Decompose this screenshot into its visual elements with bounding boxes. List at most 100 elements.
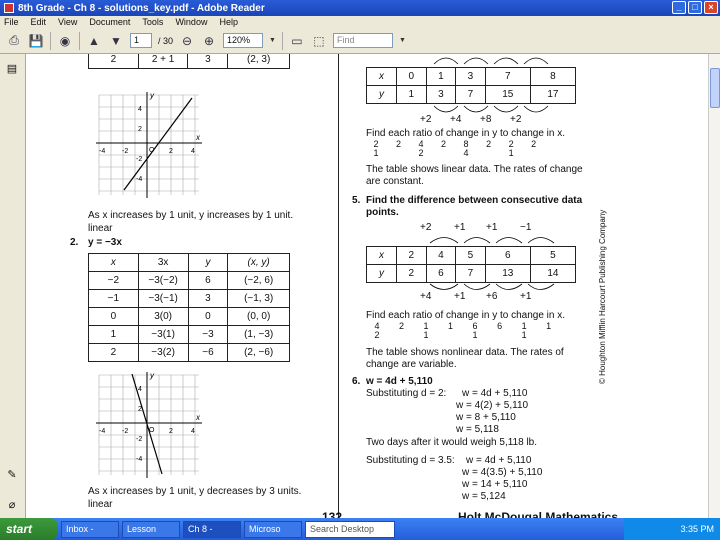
fit-page-icon[interactable]: ▭ xyxy=(289,33,305,49)
diff-label: +2 xyxy=(420,114,432,125)
zoom-select[interactable]: 120% xyxy=(223,33,264,48)
answer-text-2b: linear xyxy=(88,499,113,510)
table-cell: 7 xyxy=(455,264,486,283)
taskbar-item[interactable]: Lesson xyxy=(122,520,180,538)
vertical-scrollbar[interactable] xyxy=(708,54,720,518)
tick-label: -4 xyxy=(99,148,105,155)
collaborate-icon[interactable]: ◉ xyxy=(57,33,73,49)
table-cell: (−2, 6) xyxy=(227,271,290,290)
menu-edit[interactable]: Edit xyxy=(31,17,47,27)
table-cell: 6 xyxy=(484,246,531,265)
taskbar-item[interactable]: Microso xyxy=(244,520,302,538)
answer-text-2: As x increases by 1 unit, y decreases by… xyxy=(88,486,302,497)
table-cell: 7 xyxy=(455,85,486,104)
question-number: 5. xyxy=(352,195,361,206)
chevron-down-icon[interactable]: ▼ xyxy=(399,37,406,44)
comments-icon[interactable]: ✎ xyxy=(5,468,19,482)
table-cell: −3 xyxy=(187,325,229,344)
table-row: 2 −3(2) −6 (2, −6) xyxy=(88,343,290,362)
ratio-value: 2 xyxy=(441,139,447,149)
exercise-equation: y = −3x xyxy=(88,237,122,248)
tick-label: -4 xyxy=(136,176,142,183)
table-cell: 5 xyxy=(455,246,486,265)
table-cell: 2 xyxy=(88,54,139,69)
menu-tools[interactable]: Tools xyxy=(142,17,163,27)
table-cell: 0 xyxy=(187,307,229,326)
x-diff-arrows xyxy=(433,57,549,65)
taskbar-item[interactable]: Ch 8 - xyxy=(183,520,241,538)
menu-bar: File Edit View Document Tools Window Hel… xyxy=(0,16,720,28)
question-text-2: points. xyxy=(366,207,399,218)
tick-label: 4 xyxy=(138,106,142,113)
tick-label: 2 xyxy=(138,126,142,133)
table-row: y 1 3 7 15 17 xyxy=(366,85,577,104)
find-input[interactable]: Find xyxy=(332,33,393,48)
print-icon[interactable]: ⎙ xyxy=(6,33,22,49)
column-divider xyxy=(338,54,339,518)
work-line: w = 4(3.5) + 5,110 xyxy=(462,467,543,478)
document-view[interactable]: 2 2 + 1 3 (2, 3) y x 4 2 -4 -2 2 4 O -2 … xyxy=(26,54,708,518)
diff-label: +8 xyxy=(480,114,492,125)
table-cell: 0 xyxy=(88,307,139,326)
minimize-button[interactable]: _ xyxy=(672,1,686,14)
ratio-value: 2 xyxy=(531,139,537,149)
menu-help[interactable]: Help xyxy=(219,17,238,27)
diff-label: +1 xyxy=(520,291,532,302)
table-4: x 24565 y 2 6 7 13 14 xyxy=(366,246,577,283)
table-cell: 15 xyxy=(484,85,531,104)
work-line: w = 4d + 5,110 xyxy=(462,388,528,399)
table-row: x 01378 xyxy=(366,67,577,86)
question-equation: w = 4d + 5,110 xyxy=(366,376,433,387)
chevron-down-icon[interactable]: ▼ xyxy=(269,37,276,44)
pages-icon[interactable]: ▤ xyxy=(5,62,19,76)
start-button[interactable]: start xyxy=(0,518,58,540)
ratio-value: 6 xyxy=(497,321,503,331)
table-cell: 2 xyxy=(396,246,427,265)
page-number-input[interactable]: 1 xyxy=(130,33,152,48)
table-row: −1 −3(−1) 3 (−1, 3) xyxy=(88,289,290,308)
window-title: 8th Grade - Ch 8 - solutions_key.pdf - A… xyxy=(18,2,265,14)
menu-window[interactable]: Window xyxy=(175,17,207,27)
answer-text-1b: linear xyxy=(88,223,113,234)
diff-label: +4 xyxy=(450,114,462,125)
work-line: w = 5,124 xyxy=(462,491,506,502)
fit-width-icon[interactable]: ⬚ xyxy=(311,33,327,49)
ratios-2: 4 2 1 1 6 6 1 1 2 1 1 1 xyxy=(366,322,556,340)
menu-file[interactable]: File xyxy=(4,17,19,27)
table-row: 2 2 + 1 3 (2, 3) xyxy=(88,54,290,69)
table-cell: 2 + 1 xyxy=(137,54,189,69)
table-cell: 5 xyxy=(529,246,577,265)
maximize-button[interactable]: □ xyxy=(688,1,702,14)
tick-label: -2 xyxy=(136,436,142,443)
attachments-icon[interactable]: ⌀ xyxy=(5,498,19,512)
table-cell: 1 xyxy=(88,325,139,344)
scrollbar-thumb[interactable] xyxy=(710,68,720,108)
clock: 3:35 PM xyxy=(680,524,714,534)
question-text: Find the difference between consecutive … xyxy=(366,195,583,206)
table-cell: 7 xyxy=(484,67,531,86)
work-line: w = 5,118 xyxy=(456,424,499,435)
menu-document[interactable]: Document xyxy=(89,17,130,27)
menu-view[interactable]: View xyxy=(58,17,77,27)
ratio-value: 1 xyxy=(423,330,429,340)
diff-label: +4 xyxy=(420,291,432,302)
axis-label: y xyxy=(149,91,155,100)
ratio-value: 2 xyxy=(396,139,402,149)
taskbar-item[interactable]: Inbox - xyxy=(61,520,119,538)
zoom-in-icon[interactable]: ⊕ xyxy=(201,33,217,49)
table-cell: 3 xyxy=(187,289,229,308)
table-header: (x, y) xyxy=(227,253,290,272)
tick-label: 4 xyxy=(138,386,142,393)
page-up-icon[interactable]: ▲ xyxy=(86,33,102,49)
page-down-icon[interactable]: ▼ xyxy=(108,33,124,49)
table-cell: 3 xyxy=(187,54,229,69)
toolbar-divider xyxy=(50,31,51,50)
x-diff-arrows-2 xyxy=(429,237,555,244)
ratio-value: 1 xyxy=(472,330,478,340)
save-icon[interactable]: 💾 xyxy=(28,33,44,49)
close-button[interactable]: × xyxy=(704,1,718,14)
toolbar: ⎙ 💾 ◉ ▲ ▼ 1 / 30 ⊖ ⊕ 120% ▼ ▭ ⬚ Find ▼ xyxy=(0,28,720,54)
zoom-out-icon[interactable]: ⊖ xyxy=(179,33,195,49)
table-row: 1 −3(1) −3 (1, −3) xyxy=(88,325,290,344)
desktop-search-input[interactable]: Search Desktop xyxy=(305,520,395,538)
